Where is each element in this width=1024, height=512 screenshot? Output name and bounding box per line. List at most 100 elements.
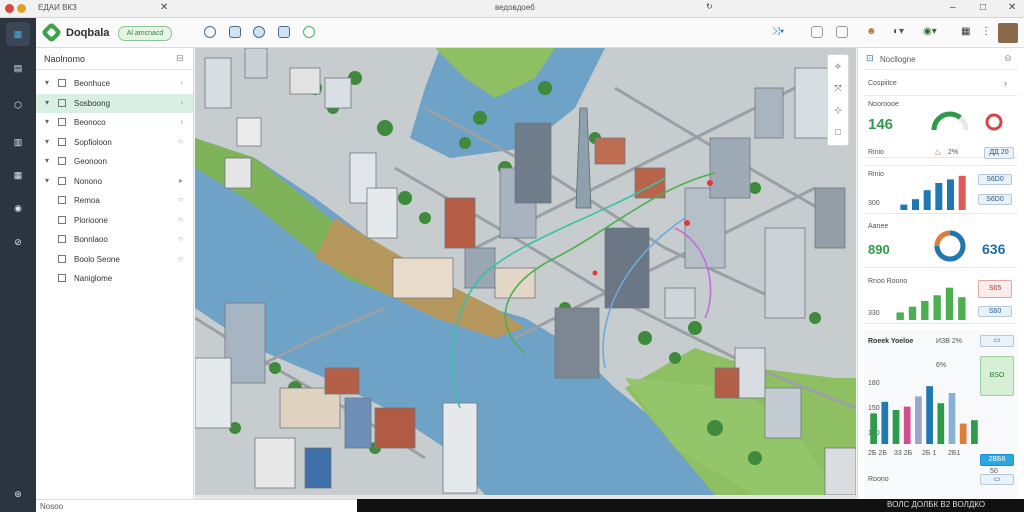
section6-value-1: 6% [936,362,947,369]
layer-row[interactable]: ▾ Beonhuce › [36,74,193,94]
section5-badge-1[interactable]: S65 [978,280,1012,298]
layer-checkbox[interactable] [58,254,66,263]
layer-checkbox[interactable] [58,235,66,243]
layer-row[interactable]: ▾ Sopfioloon ○ [36,133,193,153]
close-tab-icon[interactable]: ✕ [160,2,168,13]
layer-row[interactable]: ▾ Beonoco › [36,113,193,133]
person-icon[interactable]: ☻ [866,26,877,37]
profile-icon[interactable]: ◉▾ [923,26,937,37]
collapse-panel-icon[interactable]: ⊟ [176,53,184,64]
layer-row[interactable]: Bonnlaoo ○ [36,230,193,250]
expand-toggle-icon[interactable]: ▾ [45,176,49,185]
layer-checkbox[interactable] [58,196,66,204]
section5-badge-2[interactable]: S60 [978,306,1012,317]
layer-label: Geonoon [74,157,107,166]
table-icon[interactable]: ▦ [6,163,30,187]
avatar[interactable] [998,23,1018,43]
map-svg[interactable] [195,48,856,495]
layer-row[interactable]: Remoa ○ [36,191,193,211]
layer-checkbox[interactable] [58,274,66,282]
layer-row[interactable]: Plorioone ○ [36,211,193,231]
reload-icon[interactable]: ↻ [706,2,713,11]
expand-toggle-icon[interactable]: ▾ [45,137,49,146]
route-icon[interactable]: ⤨▾ [772,26,784,37]
section6-badge[interactable]: BSO [980,356,1014,396]
section3-bar-chart [900,175,966,210]
panel-menu-icon[interactable]: ⊝ [1004,53,1012,64]
section2-value: 2% [948,149,959,156]
mode-pill[interactable]: Al amcnacd [118,26,172,41]
refresh-tool-icon[interactable] [303,26,315,38]
layer-action-icon[interactable]: › [180,78,183,87]
globe-tool-icon[interactable] [253,26,265,38]
square-tool-icon[interactable] [229,26,241,38]
section3-bar [912,199,919,210]
expand-toggle-icon[interactable]: ▾ [45,78,49,87]
close-window-button[interactable] [5,4,14,13]
layer-row[interactable]: Naniglome [36,269,193,289]
more-icon[interactable]: ⋮ [981,26,991,37]
layer-action-icon[interactable]: ○ [178,137,183,146]
minimize-window-button[interactable] [17,4,26,13]
fullscreen-tool-icon[interactable]: □ [828,121,848,143]
section6-footer-badge[interactable]: 2ВБ6 [980,454,1014,466]
section6-header-badge[interactable]: ▭ [980,335,1014,347]
layer-action-icon[interactable]: ○ [178,234,183,243]
calendar-icon[interactable]: ▦ [6,22,30,46]
window-title-bar: ЕДАИ ВКЗ ✕ ведовдоеб ↻ – □ ✕ [0,0,1024,18]
expand-toggle-icon[interactable]: ▾ [45,98,49,107]
layer-action-icon[interactable]: ○ [178,195,183,204]
layers-tool-icon[interactable]: ⟡ [828,55,848,77]
section3-badge-1[interactable]: S6D0 [978,174,1012,185]
layer-action-icon[interactable]: ○ [178,254,183,263]
layer-action-icon[interactable]: › [180,117,183,126]
calendar-header-icon[interactable]: ▦ [961,26,970,37]
minimize-icon[interactable]: – [950,2,956,13]
layer-action-icon[interactable]: ▸ [179,176,183,185]
help-icon[interactable]: ⊛ [6,482,30,506]
layer-checkbox[interactable] [58,98,66,107]
layer-action-icon[interactable]: ○ [178,215,183,224]
layer-checkbox[interactable] [58,137,66,146]
layer-row[interactable]: ▾ Nonono ▸ [36,172,193,192]
share-icon[interactable]: ⬡ [6,93,30,117]
expand-toggle-icon[interactable]: ▾ [45,117,49,126]
link-icon[interactable]: ⊘ [6,230,30,254]
layer-checkbox[interactable] [58,79,66,87]
layer-label: Nonono [74,176,103,186]
user-menu-icon[interactable]: ◐▾ [893,26,904,37]
section3-badge-2[interactable]: S6D0 [978,194,1012,205]
layer-label: Boolo Seone [74,254,120,264]
chart-icon[interactable]: ▤ [6,56,30,80]
layer-row[interactable]: Boolo Seone ○ [36,250,193,270]
section6-footer-2: 33 2Б [894,450,913,457]
grid-icon[interactable]: ▥ [6,130,30,154]
layer-row[interactable]: ▾ Sosboong › [36,93,193,113]
status-bar: ВОЛС ДОЛБК В2 ВОЛДКО [357,499,1024,512]
layer-checkbox[interactable] [58,215,66,224]
image-tool-icon[interactable] [278,26,290,38]
settings-icon[interactable]: ◉ [6,196,30,220]
layer-checkbox[interactable] [58,157,66,165]
layer-row[interactable]: ▾ Geonoon [36,152,193,172]
measure-tool-icon[interactable]: ⤧ [828,77,848,99]
section6-extra-badge[interactable]: ▭ [980,474,1014,485]
section1-gauge [931,111,969,131]
section2-badge[interactable]: Д̄Д 20 [984,147,1014,159]
section3-bar [935,183,943,210]
layer-checkbox[interactable] [58,118,66,126]
layer-action-icon[interactable]: › [180,98,183,107]
chevron-right-icon[interactable]: › [1004,78,1007,88]
expand-toggle-icon[interactable]: ▾ [45,156,49,165]
page-icon[interactable] [836,26,848,38]
document-icon[interactable] [811,26,823,38]
map-canvas[interactable]: ⟡ ⤧ ⊹ □ [195,48,856,495]
close-icon[interactable]: ✕ [1008,2,1016,13]
window-title: ведовдоеб [495,3,535,12]
layer-checkbox[interactable] [58,176,66,185]
section1-title: Cospiitce [868,80,897,87]
pin-tool-icon[interactable]: ⊹ [828,99,848,121]
circle-tool-icon[interactable] [204,26,216,38]
maximize-icon[interactable]: □ [980,2,986,13]
section3-bar [900,204,908,210]
